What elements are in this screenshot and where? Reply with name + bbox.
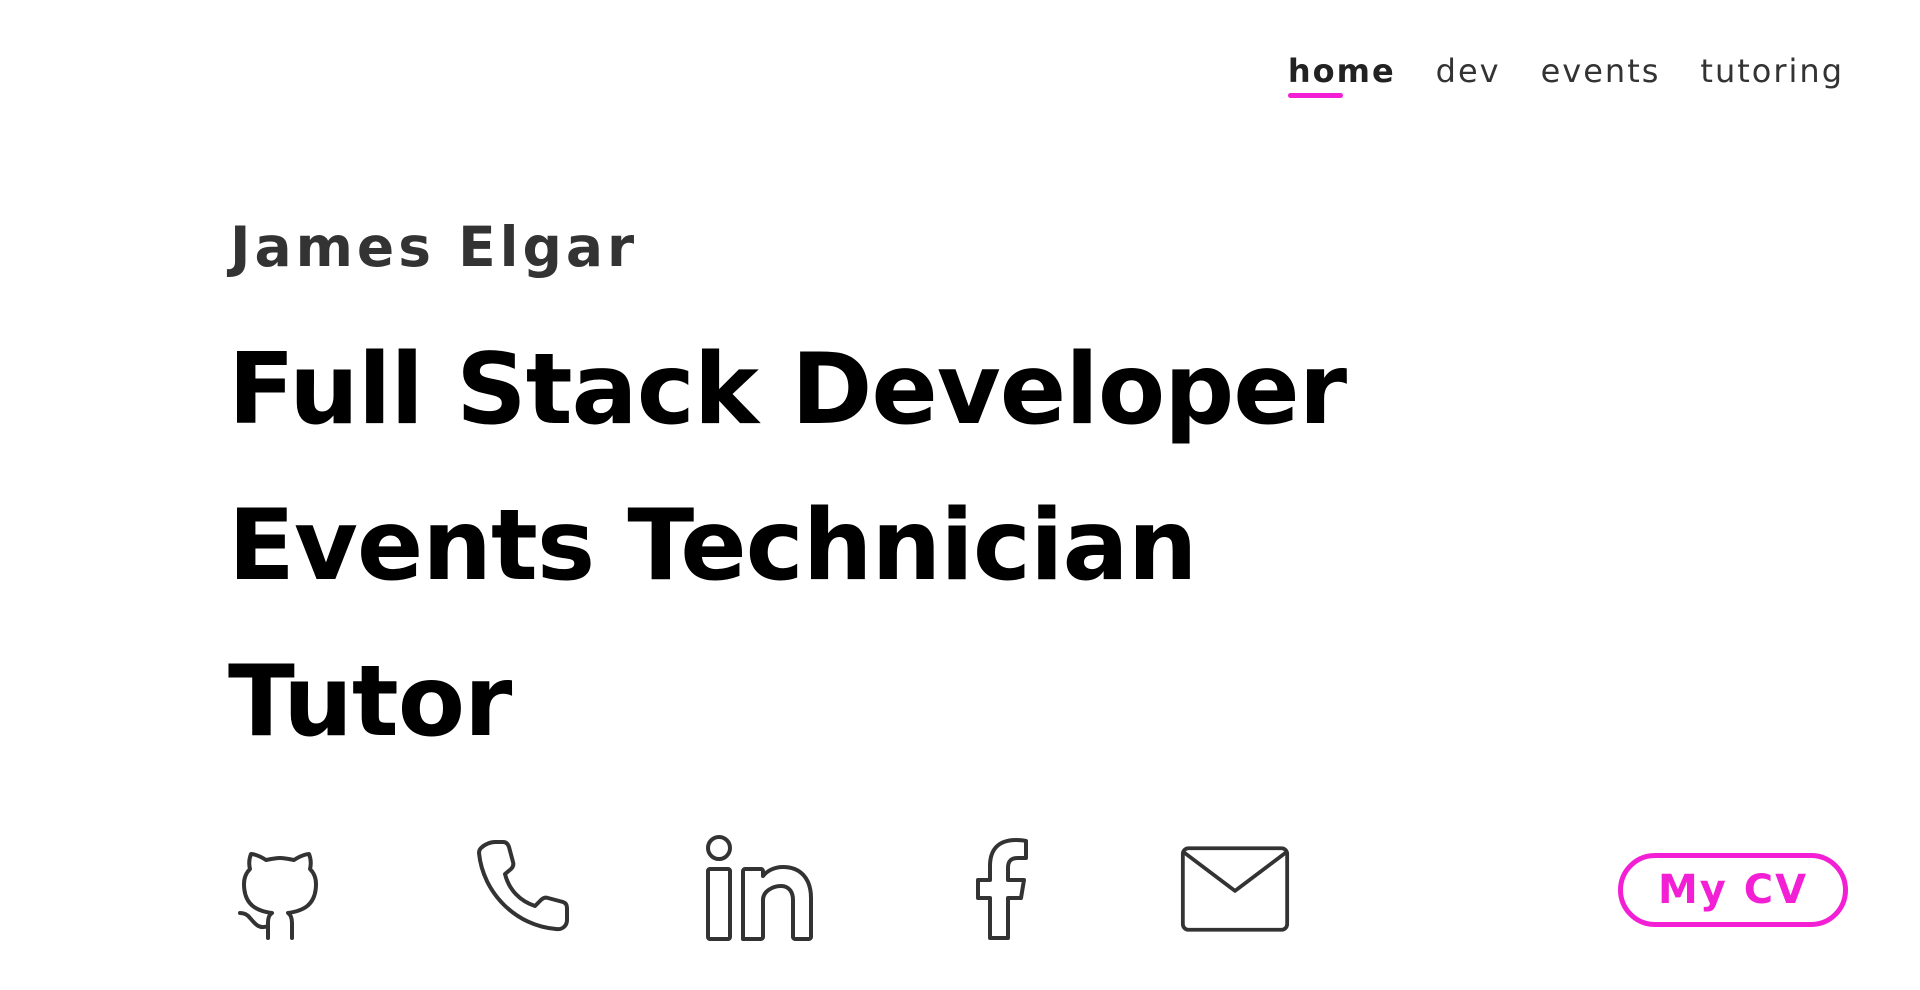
social-links [225,834,1325,944]
nav-item-label: home [1287,52,1396,90]
facebook-link[interactable] [945,834,1055,944]
nav-item-label: events [1540,52,1661,90]
phone-link[interactable] [465,834,575,944]
github-link[interactable] [225,834,335,944]
mail-icon [1180,846,1290,932]
role-title: Tutor [228,645,512,759]
cv-button[interactable]: My CV [1618,853,1848,927]
person-name: James Elgar [230,215,639,279]
nav-item-label: tutoring [1700,52,1844,90]
nav-item-events[interactable]: events [1541,52,1661,90]
nav-item-home[interactable]: home [1287,52,1396,99]
main-nav: home dev events tutoring [1287,52,1844,99]
mail-link[interactable] [1180,834,1290,944]
linkedin-link[interactable] [705,834,815,944]
nav-item-tutoring[interactable]: tutoring [1700,52,1844,90]
roles-list: Full Stack Developer Events Technician T… [228,312,1347,780]
role-title: Events Technician [228,489,1197,603]
nav-item-dev[interactable]: dev [1436,52,1501,90]
role-title: Full Stack Developer [228,333,1347,447]
github-icon [238,852,318,940]
page: home dev events tutoring James Elgar Ful… [0,0,1920,990]
active-nav-underline [1287,93,1343,99]
facebook-icon [976,838,1028,940]
cv-button-label: My CV [1657,867,1809,913]
linkedin-icon [706,835,813,941]
nav-item-label: dev [1435,52,1501,90]
phone-icon [477,840,569,932]
